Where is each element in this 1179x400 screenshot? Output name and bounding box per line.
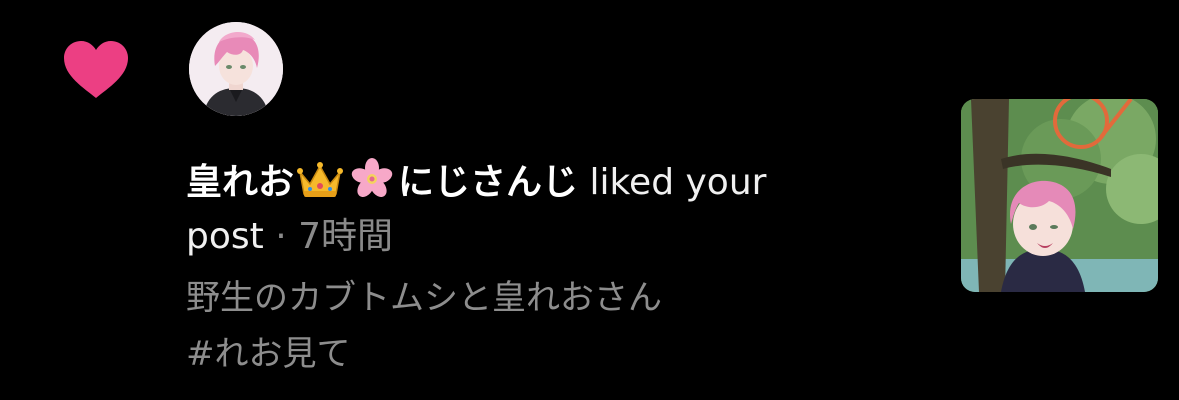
snippet-line-1: 野生のカブトムシと皇れおさん [186,278,662,318]
notification-headline: 皇れお にじさんじ liked your [186,154,886,212]
separator: · [275,216,287,257]
crown-emoji [296,158,344,200]
timestamp: 7時間 [298,216,394,257]
username-suffix[interactable]: にじさんじ [398,162,578,203]
action-text: liked your [589,162,767,203]
notification-subline: post · 7時間 [186,212,886,262]
like-notification[interactable]: 皇れお にじさんじ liked your post · 7時間 野生のカブトムシ… [0,0,1179,400]
action-text-post: post [186,216,264,257]
snippet-line-2: #れお見て [186,334,351,374]
notification-text: 皇れお にじさんじ liked your post · 7時間 野生のカブトムシ… [186,154,886,382]
post-snippet: 野生のカブトムシと皇れおさん #れお見て [186,270,886,382]
user-avatar[interactable] [189,22,283,116]
cherry-blossom-emoji [348,158,396,200]
username[interactable]: 皇れお [186,162,294,203]
post-thumbnail[interactable] [961,99,1158,292]
heart-icon [62,40,130,100]
